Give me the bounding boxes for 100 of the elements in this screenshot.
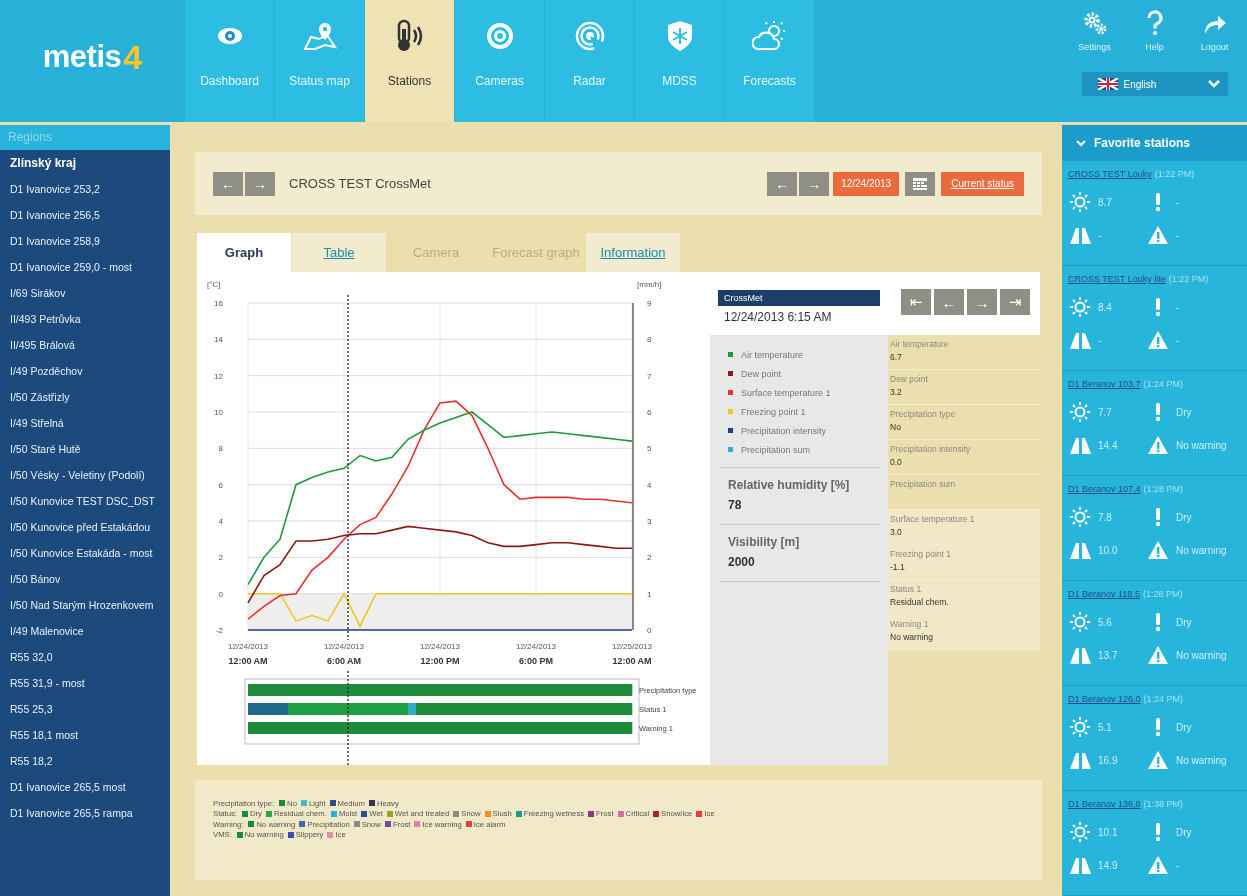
value-label: Surface temperature 1 [890,514,976,524]
station-link[interactable]: CROSS TEST Louky lite [1068,274,1166,284]
nav-tab[interactable]: Forecasts [725,0,814,122]
sidebar-item[interactable]: R55 32,0 [0,644,170,670]
sidebar-item[interactable]: D1 Ivanovice 265,5 most [0,774,170,800]
station-link[interactable]: CROSS TEST Louky [1068,169,1152,179]
station-link[interactable]: D1 Beranov 107,4 [1068,484,1141,494]
step-button[interactable]: ← [934,289,964,315]
logo: metis4 [41,36,144,78]
tab[interactable]: Information [586,233,680,272]
reading-value: 14.9 [1098,859,1118,871]
sidebar-item[interactable]: R55 31,9 - most [0,670,170,696]
reading-value: Dry [1176,406,1192,418]
sun-icon [1069,191,1091,213]
eye-icon [216,27,243,45]
nav-tab[interactable]: MDSS [635,0,724,122]
sidebar-item[interactable]: I/49 Pozděchov [0,358,170,384]
sidebar-item[interactable]: R55 18,2 [0,748,170,774]
sidebar-item[interactable]: I/50 Nad Starým Hrozenkovem [0,592,170,618]
gears-icon [1081,10,1108,36]
next-day-button[interactable]: → [799,171,830,196]
sidebar-item[interactable]: R55 18,1 most [0,722,170,748]
reading-label: Relative humidity [%] [728,478,851,492]
tool-button[interactable]: Settings [1069,6,1120,52]
tab[interactable]: Graph [197,233,291,272]
reading-value: - [1176,301,1180,313]
exclamation-icon [1154,717,1162,737]
sidebar-item[interactable]: I/50 Kunovice Estakáda - most [0,540,170,566]
exclamation-icon [1154,297,1162,317]
tool-button[interactable]: Help [1129,6,1180,52]
sidebar-item[interactable]: I/50 Staré Hutě [0,436,170,462]
sidebar-item[interactable]: I/69 Sirákov [0,280,170,306]
step-button[interactable]: ⇥ [1000,289,1030,315]
reading-value: - [1176,229,1180,241]
timestamp: 12/24/2013 6:15 AM [723,309,833,324]
reading-value: Dry [1176,826,1192,838]
tool-button[interactable]: Logout [1189,6,1240,52]
road-icon [1068,855,1092,875]
step-button[interactable]: → [967,289,997,315]
current-status-button[interactable]: Current status [941,171,1024,196]
axis-tick-label: 6 [647,408,652,417]
sidebar-item[interactable]: D1 Ivanovice 253,2 [0,176,170,202]
value-label: Status 1 [890,584,923,594]
reading-value: 10.0 [1098,544,1118,556]
favorites-header[interactable]: Favorite stations [1062,125,1247,161]
sidebar-item[interactable]: I/50 Zástřizly [0,384,170,410]
station-link[interactable]: D1 Beranov 136,8 [1068,799,1141,809]
station-link[interactable]: D1 Beranov 126,0 [1068,694,1141,704]
tab[interactable]: Table [292,233,386,272]
sidebar-item[interactable]: I/49 Střelná [0,410,170,436]
language-dropdown[interactable]: English [1081,72,1228,96]
previous-day-button[interactable]: ← [767,171,798,196]
region-heading[interactable]: Zlínský kraj [0,150,170,176]
sidebar-item[interactable]: I/50 Kunovice před Estakádou [0,514,170,540]
sidebar-item[interactable]: D1 Ivanovice 265,5 rampa [0,800,170,826]
sidebar-item[interactable]: II/493 Petrůvka [0,306,170,332]
next-button[interactable]: → [245,171,275,196]
update-time: (1:28 PM) [1143,484,1184,494]
help-icon [1145,10,1164,36]
warning-icon [1147,330,1169,350]
sidebar-item[interactable]: I/50 Kunovice TEST DSC_DST [0,488,170,514]
sidebar-item[interactable]: D1 Ivanovice 256,5 [0,202,170,228]
sidebar-item[interactable]: D1 Ivanovice 258,9 [0,228,170,254]
axis-unit-label: [°C] [207,280,221,289]
sidebar-item[interactable]: I/49 Malenovice [0,618,170,644]
reading-value: No warning [1176,439,1227,451]
value-label: Air temperature [890,339,950,349]
nav-tab[interactable]: Dashboard [185,0,274,122]
value-text: 3.2 [890,387,903,397]
update-time: (1:28 PM) [1142,589,1183,599]
value-text: 3.0 [890,527,903,537]
exclamation-icon [1154,402,1162,422]
sun-icon [1069,506,1091,528]
station-link[interactable]: D1 Beranov 118,5 [1068,589,1140,599]
calendar-button[interactable] [905,171,936,196]
sidebar-item[interactable]: D1 Ivanovice 259,0 - most [0,254,170,280]
sidebar-item[interactable]: R55 25,3 [0,696,170,722]
legend-label: Surface temperature 1 [741,387,831,398]
step-button[interactable]: ⇤ [901,289,931,315]
nav-tab[interactable]: Cameras [455,0,544,122]
axis-tick-label: 16 [214,299,223,308]
sidebar-item[interactable]: I/50 Vésky - Veletiny (Podolí) [0,462,170,488]
calendar-icon [913,177,928,190]
previous-button[interactable]: ← [213,171,243,196]
nav-tab[interactable]: Stations [365,0,454,122]
reading-value: No warning [1176,544,1227,556]
station-link[interactable]: D1 Beranov 103,7 [1068,379,1141,389]
station-label: CrossMet [718,290,880,306]
axis-tick-label: 8 [647,335,652,345]
reading-value: 10.1 [1098,826,1118,838]
exclamation-icon [1154,192,1162,212]
reading-value: - [1098,334,1102,346]
nav-tab[interactable]: Status map [275,0,364,122]
value-text: Residual chem. [890,597,950,607]
update-time: (1:24 PM) [1143,379,1184,389]
legend-label: Air temperature [741,349,804,360]
date-button[interactable]: 12/24/2013 [833,171,900,196]
sidebar-item[interactable]: I/50 Bánov [0,566,170,592]
sidebar-item[interactable]: II/495 Brálová [0,332,170,358]
nav-tab[interactable]: Radar [545,0,634,122]
